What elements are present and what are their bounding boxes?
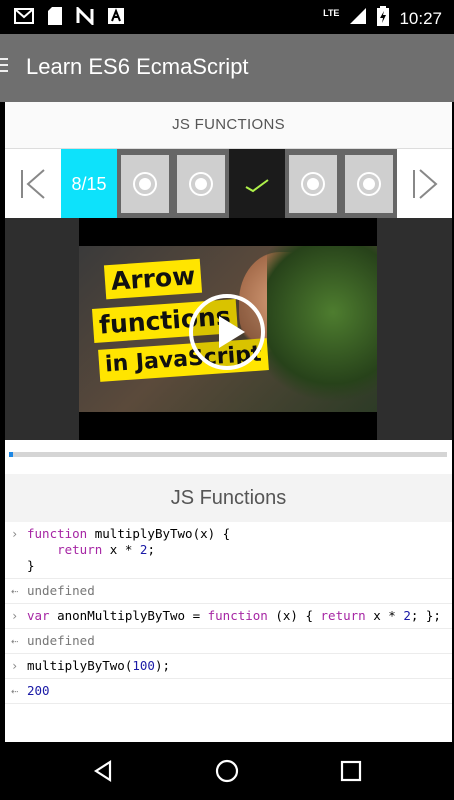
prompt-chevron-icon: › xyxy=(11,659,19,673)
signal-icon xyxy=(349,7,367,30)
lesson-slot[interactable] xyxy=(117,149,173,219)
system-icons: LTE 10:27 xyxy=(323,6,442,31)
a-app-icon xyxy=(108,8,124,29)
video-thumbnail: Arrow functions in JavaScript xyxy=(79,246,377,412)
record-icon xyxy=(357,172,381,196)
output-arrow-icon: ⇠ xyxy=(11,584,19,598)
record-icon xyxy=(189,172,213,196)
section-title: JS FUNCTIONS xyxy=(5,102,452,148)
code-console: › function multiplyByTwo(x) { return x * … xyxy=(5,522,452,742)
current-lesson[interactable] xyxy=(229,149,285,219)
lesson-slot[interactable] xyxy=(341,149,397,219)
gmail-icon xyxy=(14,8,34,29)
lesson-title: JS Functions xyxy=(5,474,452,522)
next-lesson-button[interactable] xyxy=(397,149,452,219)
record-icon xyxy=(301,172,325,196)
n-app-icon xyxy=(76,5,94,30)
prompt-chevron-icon: › xyxy=(11,527,19,541)
console-output-line: ⇠ 200 xyxy=(5,679,452,704)
output-arrow-icon: ⇠ xyxy=(11,634,19,648)
console-text: undefined xyxy=(27,583,95,598)
status-bar: LTE 10:27 xyxy=(0,0,454,34)
skip-previous-icon xyxy=(20,169,45,199)
home-button[interactable] xyxy=(212,756,242,786)
clock: 10:27 xyxy=(399,8,442,28)
console-text: function multiplyByTwo(x) { return x * 2… xyxy=(27,526,231,573)
console-output-line: ⇠ undefined xyxy=(5,579,452,604)
console-text: multiplyByTwo(100); xyxy=(27,658,170,673)
console-input-line: › function multiplyByTwo(x) { return x * … xyxy=(5,522,452,579)
recents-button[interactable] xyxy=(336,756,366,786)
play-icon[interactable] xyxy=(187,292,267,372)
console-input-line: › multiplyByTwo(100); xyxy=(5,654,452,679)
skip-next-icon xyxy=(412,169,438,199)
drawer-menu-icon[interactable] xyxy=(0,58,8,76)
app-bar: Learn ES6 EcmaScript xyxy=(0,34,454,102)
lesson-navigator: 8/15 xyxy=(5,148,452,219)
main-content: JS FUNCTIONS 8/15 Arrow functions in Jav… xyxy=(5,102,452,742)
video-frame[interactable]: Arrow functions in JavaScript xyxy=(79,218,377,440)
progress-fill xyxy=(9,452,14,457)
back-icon xyxy=(93,759,112,783)
notification-icons xyxy=(14,5,124,30)
console-output-line: ⇠ undefined xyxy=(5,629,452,654)
sd-card-icon xyxy=(48,7,62,30)
progress-track[interactable] xyxy=(9,452,447,457)
back-button[interactable] xyxy=(88,756,118,786)
lesson-counter: 8/15 xyxy=(61,149,117,219)
record-icon xyxy=(133,172,157,196)
console-text: undefined xyxy=(27,633,95,648)
output-arrow-icon: ⇠ xyxy=(11,684,19,698)
check-icon xyxy=(245,179,269,193)
prompt-chevron-icon: › xyxy=(11,609,19,623)
previous-lesson-button[interactable] xyxy=(5,149,60,219)
console-text: 200 xyxy=(27,683,50,698)
video-progress xyxy=(5,440,452,474)
lesson-slot[interactable] xyxy=(173,149,229,219)
network-type: LTE xyxy=(323,7,340,18)
lesson-slot[interactable] xyxy=(285,149,341,219)
recents-icon xyxy=(340,760,362,782)
console-text: var anonMultiplyByTwo = function (x) { r… xyxy=(27,608,441,623)
app-title: Learn ES6 EcmaScript xyxy=(26,54,249,79)
video-player: Arrow functions in JavaScript xyxy=(5,218,452,440)
battery-charging-icon xyxy=(377,6,390,31)
navigation-bar xyxy=(0,742,454,800)
home-icon xyxy=(215,759,239,783)
console-input-line: › var anonMultiplyByTwo = function (x) { … xyxy=(5,604,452,629)
